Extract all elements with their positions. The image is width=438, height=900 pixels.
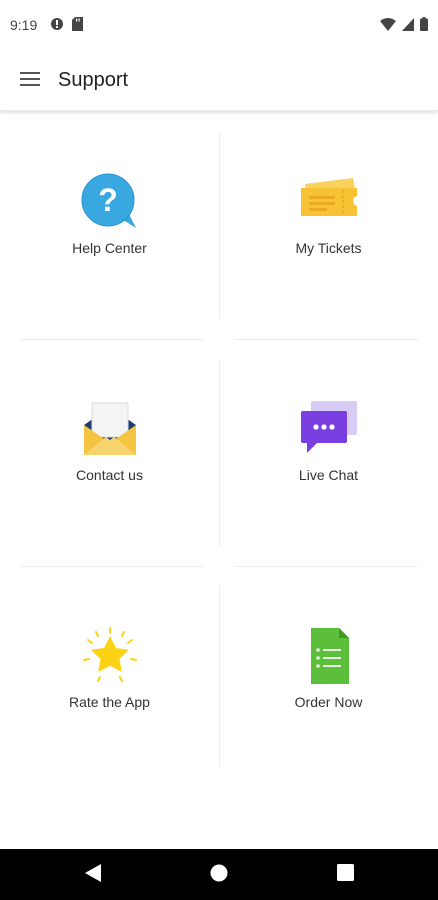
order-now-tile[interactable]: Order Now [219,566,438,793]
envelope-icon [80,399,140,459]
status-bar: 9:19 [0,0,438,52]
live-chat-tile[interactable]: Live Chat [219,339,438,566]
sd-card-icon [72,17,83,36]
tile-label: Help Center [72,240,147,256]
tile-label: Live Chat [298,467,359,483]
status-right-icons [380,17,428,36]
tile-label: Order Now [294,694,363,710]
status-left-icons [50,17,83,36]
recents-button[interactable] [332,862,358,888]
star-icon [80,626,140,686]
alert-circle-icon [50,17,64,36]
home-circle-icon [210,864,228,887]
app-bar: Support [0,52,438,111]
document-list-icon [299,626,359,686]
svg-text:?: ? [98,182,118,218]
hamburger-menu-icon [20,71,40,91]
contact-us-tile[interactable]: Contact us [0,339,219,566]
status-time: 9:19 [10,17,38,33]
system-nav-bar [0,849,438,900]
my-tickets-tile[interactable]: My Tickets [219,112,438,339]
page-title: Support [58,69,129,91]
tile-label: Contact us [76,467,143,483]
battery-icon [420,17,428,36]
menu-button[interactable] [12,63,48,99]
wifi-icon [380,17,396,36]
back-button[interactable] [80,862,106,888]
home-button[interactable] [206,862,232,888]
recents-square-icon [336,864,354,886]
tile-label: My Tickets [295,240,362,256]
help-center-tile[interactable]: ? Help Center [0,112,219,339]
signal-icon [402,17,414,36]
help-bubble-icon: ? [80,172,140,232]
ticket-icon [299,172,359,232]
rate-the-app-tile[interactable]: Rate the App [0,566,219,793]
tile-label: Rate the App [69,694,150,710]
chat-bubble-icon [299,399,359,459]
back-triangle-icon [84,863,102,888]
